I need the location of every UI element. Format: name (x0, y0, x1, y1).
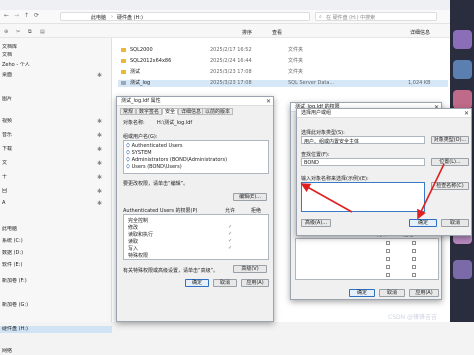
red-arrow-to-ok (417, 163, 445, 220)
watermark-text: CSDN @锋锋吉吉 (388, 314, 438, 321)
annotation-arrows (300, 163, 445, 220)
nav-item-label: 网络 (2, 348, 13, 354)
red-arrow-to-input (300, 183, 353, 213)
nav-item-drive-selected[interactable]: 硬件盘 (H:) (0, 326, 112, 333)
nav-item-network[interactable]: 网络 (0, 348, 112, 355)
nav-item-label: 硬件盘 (H:) (2, 326, 28, 332)
